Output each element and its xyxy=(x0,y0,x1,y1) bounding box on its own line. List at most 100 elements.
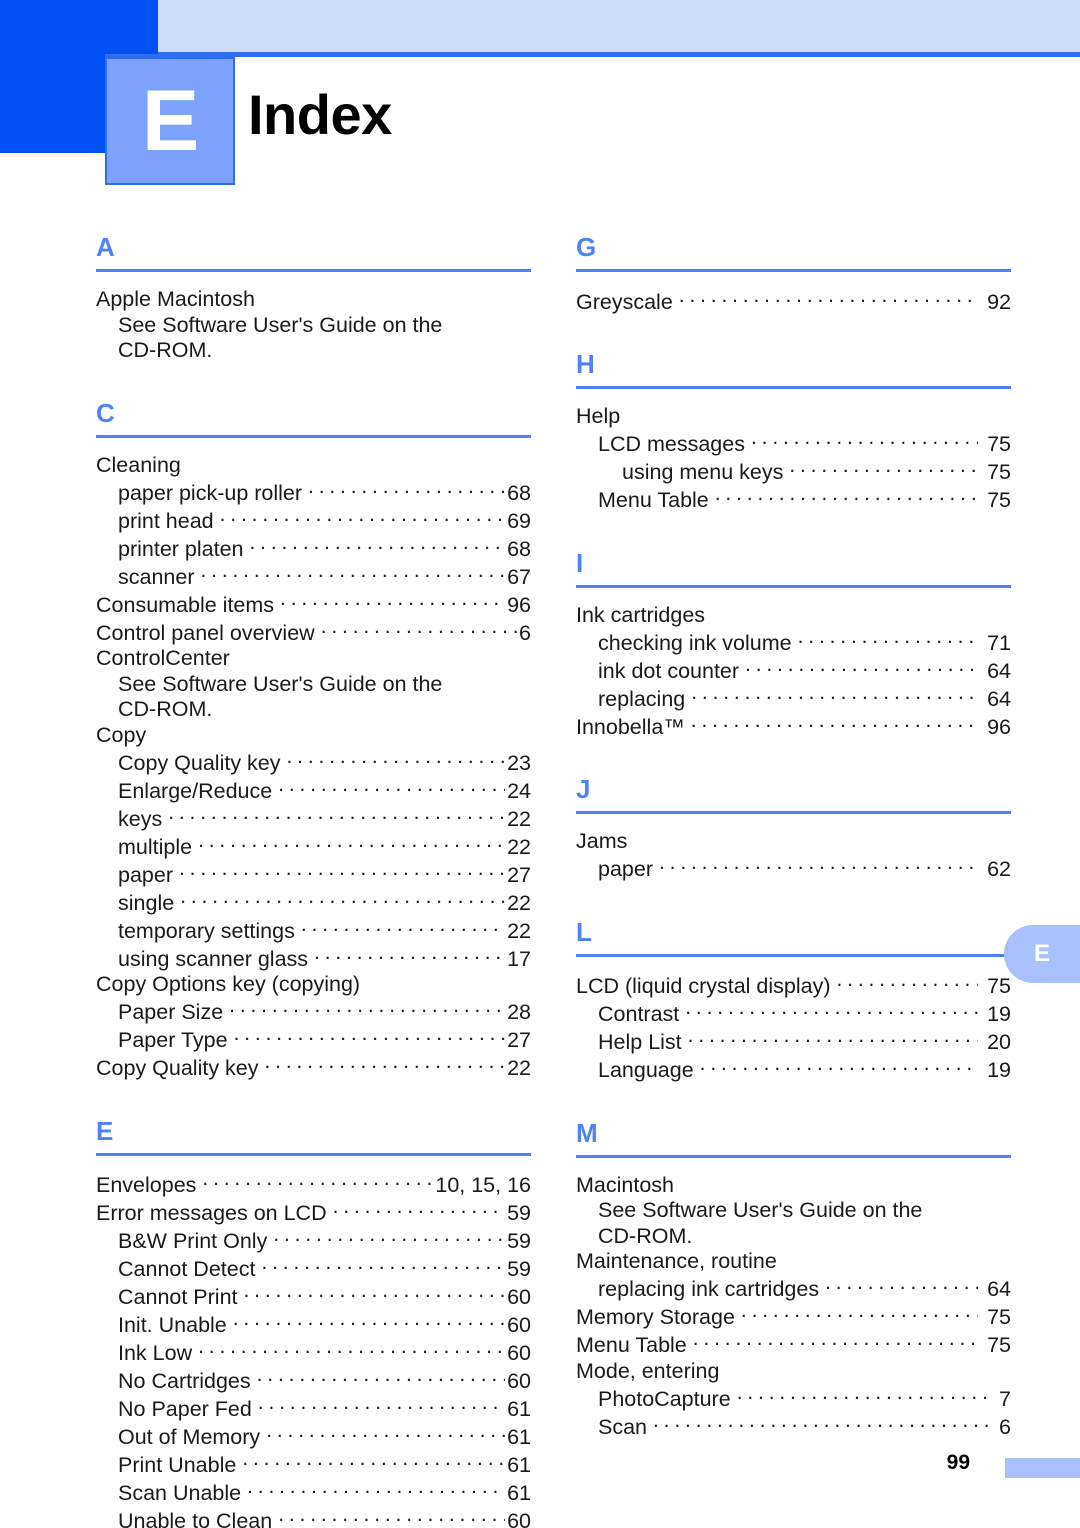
index-entry[interactable]: PhotoCapture 7 xyxy=(576,1384,1011,1412)
index-entry[interactable]: Envelopes 10, 15, 16 xyxy=(96,1171,531,1199)
index-entry-page: 75 xyxy=(987,1333,1011,1357)
dot-leader xyxy=(180,888,505,910)
index-entry[interactable]: Control panel overview 6 xyxy=(96,618,531,646)
index-entry[interactable]: paper 27 xyxy=(96,860,531,888)
index-entry-page: 75 xyxy=(987,1305,1011,1329)
index-entry-label: checking ink volume xyxy=(598,630,792,655)
index-entry[interactable]: Greyscale 92 xyxy=(576,287,1011,315)
index-entry-text: Mode, entering xyxy=(576,1358,720,1383)
index-entry[interactable]: Init. Unable 60 xyxy=(96,1311,531,1339)
index-entry[interactable]: B&W Print Only 59 xyxy=(96,1227,531,1255)
index-entry[interactable]: Scan Unable 61 xyxy=(96,1479,531,1507)
index-entry[interactable]: Copy Quality key 22 xyxy=(96,1054,531,1082)
index-section: HHelpLCD messages75using menu keys75Menu… xyxy=(576,349,1011,514)
index-entry-text: CD-ROM. xyxy=(118,697,213,721)
index-entry-page: 96 xyxy=(507,592,531,617)
index-entry[interactable]: LCD (liquid crystal display) 75 xyxy=(576,972,1011,1000)
index-entry[interactable]: Help List 20 xyxy=(576,1028,1011,1056)
index-entry-page: 60 xyxy=(507,1313,531,1337)
index-entry-label: Menu Table xyxy=(598,488,709,512)
dot-leader xyxy=(679,287,978,309)
index-entry-page: 59 xyxy=(507,1229,531,1253)
index-entry[interactable]: Language 19 xyxy=(576,1056,1011,1084)
index-entry[interactable]: Menu Table 75 xyxy=(576,1331,1011,1359)
index-entry[interactable]: Contrast 19 xyxy=(576,1000,1011,1028)
dot-leader xyxy=(745,656,978,678)
dot-leader xyxy=(234,1026,506,1048)
index-entry-page: 22 xyxy=(507,1056,531,1080)
index-entry-page: 6 xyxy=(999,1414,1011,1439)
section-rule xyxy=(96,269,531,272)
index-entry[interactable]: replacing 64 xyxy=(576,684,1011,712)
section-letter: G xyxy=(576,232,597,262)
index-entry[interactable]: print head 69 xyxy=(96,506,531,534)
index-entry-text: Cleaning xyxy=(96,452,181,477)
index-entry[interactable]: using menu keys 75 xyxy=(576,458,1011,486)
index-section: M Macintosh See Software User's Guide on t… xyxy=(576,1118,1011,1441)
index-entry[interactable]: Error messages on LCD 59 xyxy=(96,1199,531,1227)
footer-accent-bar xyxy=(1005,1458,1080,1478)
index-entry-text: Maintenance, routine xyxy=(576,1249,777,1273)
index-entry-page: 71 xyxy=(987,630,1011,655)
index-entry-label: print head xyxy=(118,508,214,533)
index-entry[interactable]: Cannot Print 60 xyxy=(96,1283,531,1311)
index-entry-label: Language xyxy=(598,1058,694,1082)
index-entry-text: See Software User's Guide on the xyxy=(118,312,443,337)
index-entry[interactable]: paper 62 xyxy=(576,855,1011,883)
index-entry[interactable]: Out of Memory 61 xyxy=(96,1423,531,1451)
index-entry[interactable]: using scanner glass 17 xyxy=(96,944,531,972)
dot-leader xyxy=(653,1412,990,1434)
index-entry-label: scanner xyxy=(118,564,195,589)
index-entry-label: ink dot counter xyxy=(598,658,740,683)
dot-leader xyxy=(659,855,978,877)
index-entry[interactable]: scanner 67 xyxy=(96,562,531,590)
index-entry[interactable]: single 22 xyxy=(96,888,531,916)
index-entry[interactable]: Cannot Detect 59 xyxy=(96,1255,531,1283)
index-entry-label: multiple xyxy=(118,834,193,859)
index-entry-label: Cannot Print xyxy=(118,1285,238,1309)
index-entry[interactable]: Unable to Clean 60 xyxy=(96,1507,531,1528)
index-entry[interactable]: Menu Table 75 xyxy=(576,486,1011,514)
index-entry[interactable]: checking ink volume 71 xyxy=(576,628,1011,656)
index-entry-label: Paper Size xyxy=(118,1000,224,1024)
dot-leader xyxy=(301,916,505,938)
index-entry[interactable]: replacing ink cartridges 64 xyxy=(576,1275,1011,1303)
index-entry[interactable]: temporary settings 22 xyxy=(96,916,531,944)
index-entry[interactable]: keys 22 xyxy=(96,804,531,832)
index-entry[interactable]: Paper Size 28 xyxy=(96,998,531,1026)
index-entry-label: No Cartridges xyxy=(118,1369,251,1393)
index-entry[interactable]: printer platen 68 xyxy=(96,534,531,562)
index-entry[interactable]: ink dot counter 64 xyxy=(576,656,1011,684)
index-entry[interactable]: LCD messages 75 xyxy=(576,430,1011,458)
index-entry[interactable]: Enlarge/Reduce 24 xyxy=(96,776,531,804)
chapter-letter-box: E xyxy=(105,57,235,185)
index-entry-label: Out of Memory xyxy=(118,1425,261,1449)
index-entry[interactable]: Ink Low 60 xyxy=(96,1339,531,1367)
index-entry[interactable]: Consumable items 96 xyxy=(96,590,531,618)
index-entry[interactable]: Print Unable 61 xyxy=(96,1451,531,1479)
dot-leader xyxy=(266,1423,505,1445)
index-entry-page: 68 xyxy=(507,536,531,561)
section-letter: A xyxy=(96,232,115,262)
index-section: CCleaningpaper pick-up roller68print hea… xyxy=(96,398,531,1082)
dot-leader xyxy=(250,534,506,556)
index-entry[interactable]: Copy Quality key 23 xyxy=(96,748,531,776)
index-entry-page: 22 xyxy=(507,890,531,915)
index-entry-label: PhotoCapture xyxy=(598,1386,731,1411)
index-entry[interactable]: No Cartridges 60 xyxy=(96,1367,531,1395)
index-entry[interactable]: Scan 6 xyxy=(576,1412,1011,1440)
index-entry[interactable]: paper pick-up roller 68 xyxy=(96,478,531,506)
index-entry-page: 22 xyxy=(507,834,531,859)
dot-leader xyxy=(715,486,978,508)
index-entry[interactable]: Paper Type 27 xyxy=(96,1026,531,1054)
index-entry[interactable]: multiple 22 xyxy=(96,832,531,860)
index-entry[interactable]: Memory Storage 75 xyxy=(576,1303,1011,1331)
index-entry[interactable]: Innobella™ 96 xyxy=(576,712,1011,740)
section-letter: M xyxy=(576,1117,598,1148)
index-section: A Apple Macintosh See Software User's Guid… xyxy=(96,232,531,364)
index-entry[interactable]: No Paper Fed 61 xyxy=(96,1395,531,1423)
index-entry-text: CD-ROM. xyxy=(598,1223,693,1248)
